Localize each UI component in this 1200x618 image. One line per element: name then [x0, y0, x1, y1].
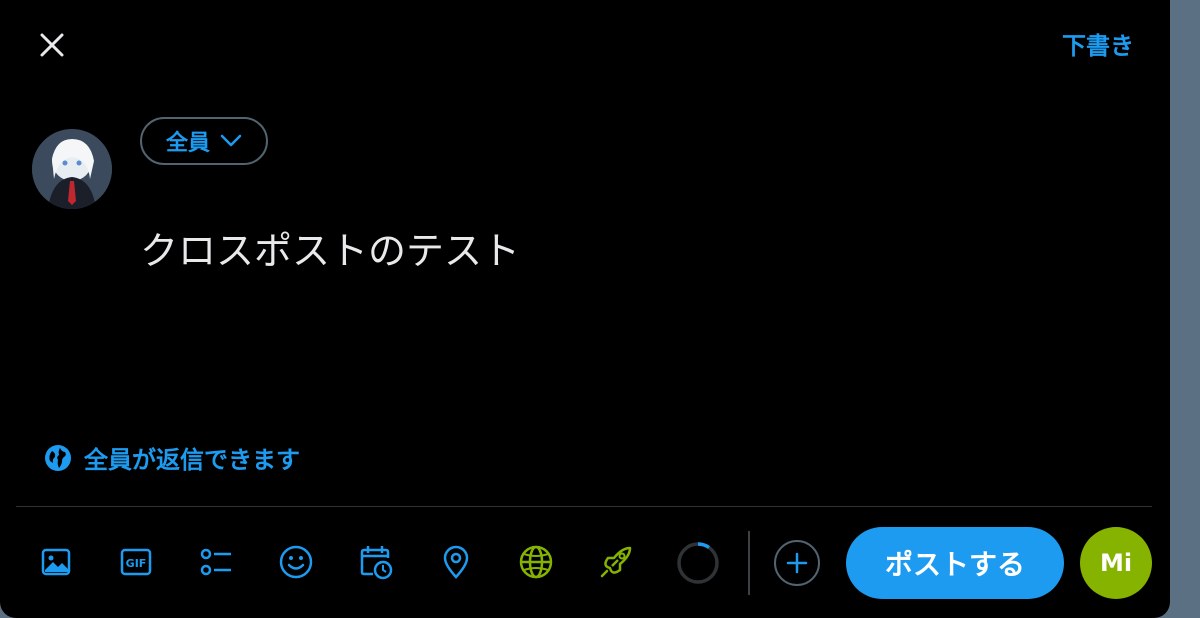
compose-dialog: 下書き 全員 クロスポストのテスト 全員が返信できます GIF ポストする Mi	[0, 0, 1170, 618]
audience-label: 全員	[166, 131, 211, 156]
schedule-icon	[360, 546, 393, 580]
audience-selector[interactable]: 全員	[140, 117, 269, 165]
gif-text: GIF	[126, 557, 147, 570]
gif-button[interactable]: GIF	[116, 540, 156, 584]
compose-toolbar: GIF	[36, 540, 636, 584]
plus-icon	[786, 552, 808, 574]
drafts-button[interactable]: 下書き	[1062, 26, 1134, 61]
toolbar-separator	[748, 531, 750, 595]
emoji-button[interactable]	[276, 540, 316, 584]
gif-icon: GIF	[120, 548, 152, 576]
globe-icon	[45, 444, 71, 471]
emoji-icon	[279, 545, 313, 579]
media-icon	[41, 548, 71, 576]
misskey-post-button[interactable]: Mi	[1080, 527, 1152, 599]
rocket-icon	[600, 546, 632, 578]
poll-icon	[200, 548, 231, 576]
avatar[interactable]	[32, 129, 112, 209]
globe-icon	[519, 545, 553, 579]
character-counter	[676, 541, 720, 589]
boost-button[interactable]	[596, 540, 636, 584]
media-button[interactable]	[36, 540, 76, 584]
close-button[interactable]	[30, 26, 74, 64]
location-button[interactable]	[436, 540, 476, 584]
location-icon	[443, 545, 469, 579]
chevron-down-icon	[220, 134, 242, 147]
add-thread-button[interactable]	[774, 540, 820, 586]
misskey-visibility-button[interactable]	[516, 540, 556, 584]
post-button[interactable]: ポストする	[846, 527, 1064, 599]
reply-settings-label: 全員が返信できます	[84, 446, 300, 474]
progress-ring-icon	[677, 542, 719, 584]
poll-button[interactable]	[196, 540, 236, 584]
divider	[16, 506, 1152, 507]
close-icon	[40, 33, 64, 57]
reply-settings-button[interactable]: 全員が返信できます	[44, 440, 300, 475]
schedule-button[interactable]	[356, 540, 396, 584]
avatar-image	[32, 129, 112, 209]
tweet-text-input[interactable]: クロスポストのテスト	[140, 220, 520, 275]
